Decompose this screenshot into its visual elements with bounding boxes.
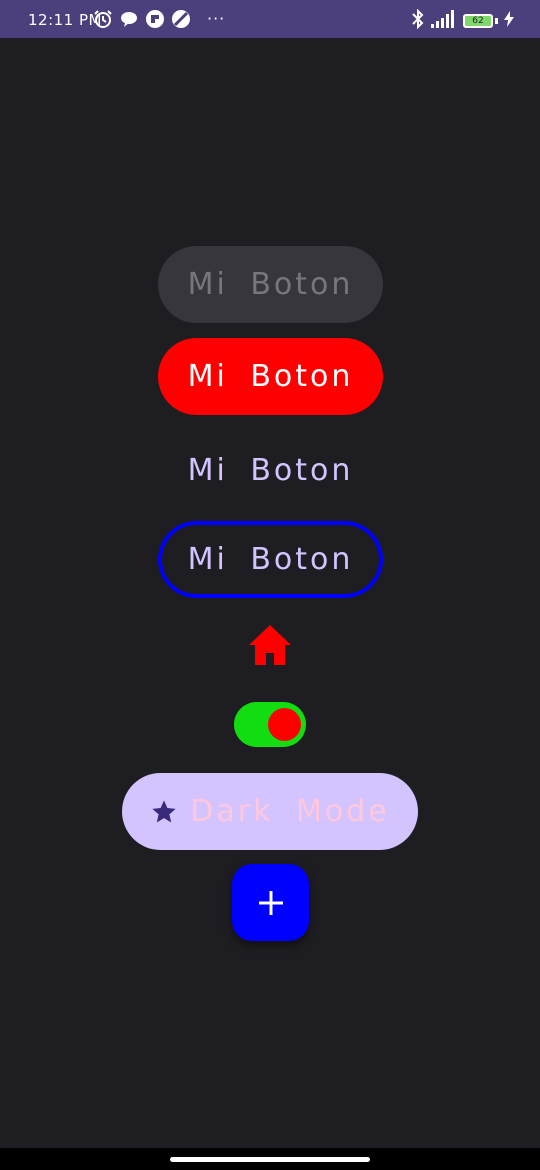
home-gesture-handle[interactable] xyxy=(170,1157,370,1162)
text-button[interactable]: Mi Boton xyxy=(158,432,383,509)
outlined-button[interactable]: Mi Boton xyxy=(158,521,383,598)
home-icon[interactable] xyxy=(247,623,293,667)
add-fab-button[interactable] xyxy=(232,864,309,941)
text-button-label: Mi Boton xyxy=(187,453,354,488)
plus-icon xyxy=(258,890,283,915)
filled-button-label: Mi Boton xyxy=(187,359,354,394)
dark-mode-extended-fab[interactable]: Dark Mode xyxy=(122,773,418,850)
dark-mode-label: Dark Mode xyxy=(190,794,390,829)
star-icon xyxy=(150,798,178,826)
outlined-button-label: Mi Boton xyxy=(187,542,354,577)
toggle-switch[interactable] xyxy=(234,702,306,747)
disabled-button: Mi Boton xyxy=(158,246,383,323)
switch-thumb xyxy=(268,708,301,741)
filled-red-button[interactable]: Mi Boton xyxy=(158,338,383,415)
navigation-bar xyxy=(0,1148,540,1170)
content: Mi Boton Mi Boton Mi Boton Mi Boton Dark… xyxy=(0,0,540,1170)
disabled-button-label: Mi Boton xyxy=(187,267,354,302)
